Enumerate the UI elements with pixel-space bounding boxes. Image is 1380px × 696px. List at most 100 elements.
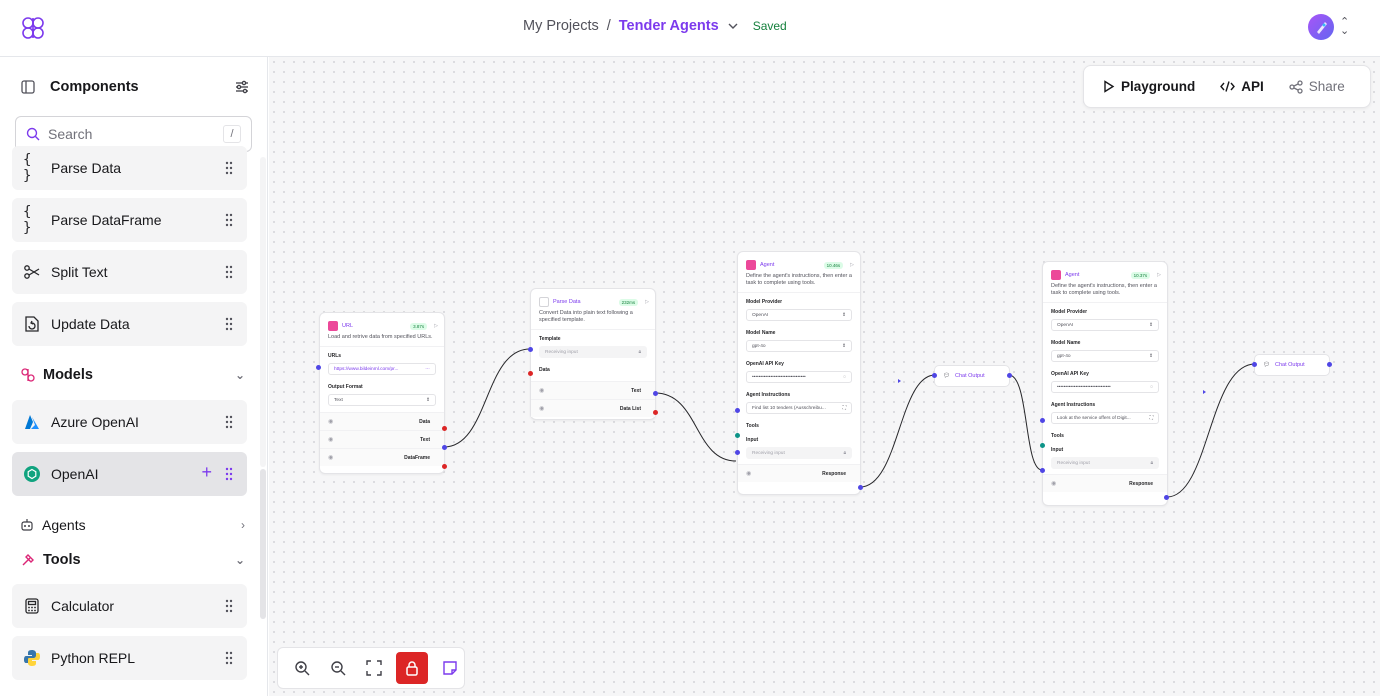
breadcrumb-my-projects[interactable]: My Projects (523, 18, 599, 34)
urls-input[interactable]: https://www.bildeinml.com/pr... ⋯ (328, 363, 436, 375)
chevron-down-icon[interactable]: ⌄ (235, 368, 245, 382)
input-handle-input[interactable] (735, 450, 740, 455)
input-handle[interactable] (932, 373, 937, 378)
output-handle-data[interactable] (442, 426, 447, 431)
output-handle-dataframe[interactable] (442, 464, 447, 469)
input-handle-instructions[interactable] (1040, 418, 1045, 423)
sidebar-item-parse-dataframe[interactable]: { } Parse DataFrame (12, 198, 247, 242)
output-data-list[interactable]: ◉ Data List (531, 399, 655, 417)
drag-handle-icon[interactable] (225, 161, 233, 175)
input-handle-data[interactable] (528, 371, 533, 376)
drag-handle-icon[interactable] (225, 651, 233, 665)
sidebar-collapse-icon[interactable] (20, 79, 36, 95)
eye-icon[interactable]: ◉ (1051, 480, 1056, 487)
sidebar-item-calculator[interactable]: Calculator (12, 584, 247, 628)
model-name-select[interactable]: gpt-4o ⇕ (746, 340, 852, 352)
zoom-in-button[interactable] (288, 654, 316, 682)
user-avatar[interactable] (1308, 14, 1334, 40)
run-icon[interactable]: ▷ (434, 323, 438, 329)
sidebar-item-parse-data[interactable]: { } Parse Data (12, 146, 247, 190)
output-format-select[interactable]: Text ⇕ (328, 394, 436, 406)
output-text[interactable]: ◉ Text (320, 430, 444, 448)
flow-canvas[interactable]: URL 3.87s ▷ Load and retrive data from s… (269, 57, 1380, 696)
model-name-select[interactable]: gpt-4o ⇕ (1051, 350, 1159, 362)
chevron-right-icon[interactable]: › (241, 518, 245, 532)
node-agent-2[interactable]: Agent 10.37s ▷ Define the agent's instru… (1042, 261, 1168, 506)
sidebar-item-update-data[interactable]: Update Data (12, 302, 247, 346)
chevron-down-icon[interactable]: ⌄ (235, 553, 245, 567)
drag-handle-icon[interactable] (225, 599, 233, 613)
sidebar-scroll-track[interactable] (260, 157, 266, 467)
eye-off-icon[interactable]: ◌ (843, 372, 846, 383)
model-provider-select[interactable]: OpenAI ⇕ (1051, 319, 1159, 331)
eye-icon[interactable]: ◉ (539, 387, 544, 394)
output-handle-text[interactable] (442, 445, 447, 450)
input-handle-input[interactable] (1040, 468, 1045, 473)
account-menu-chevron-icon[interactable]: ⌃ ⌄ (1340, 17, 1349, 37)
search-input[interactable] (48, 126, 198, 142)
lock-canvas-button[interactable] (396, 652, 428, 684)
eye-icon[interactable]: ◉ (328, 454, 333, 461)
filter-settings-icon[interactable] (234, 79, 250, 95)
input-handle[interactable] (1252, 362, 1257, 367)
section-models[interactable]: Models ⌄ (20, 363, 245, 387)
input-handle[interactable] (316, 365, 321, 370)
input-handle-tools[interactable] (735, 433, 740, 438)
eye-icon[interactable]: ◉ (328, 418, 333, 425)
chevron-down-icon[interactable] (727, 20, 739, 32)
zoom-out-button[interactable] (324, 654, 352, 682)
node-parse-data[interactable]: Parse Data 232ms ▷ Convert Data into pla… (530, 288, 656, 420)
drag-handle-icon[interactable] (225, 213, 233, 227)
more-icon[interactable]: ⋯ (425, 364, 430, 375)
model-provider-select[interactable]: OpenAI ⇕ (746, 309, 852, 321)
sidebar-item-python-repl[interactable]: Python REPL (12, 636, 247, 680)
output-dataframe[interactable]: ◉ DataFrame (320, 448, 444, 466)
brain-logo-icon[interactable] (19, 14, 47, 42)
drag-handle-icon[interactable] (225, 317, 233, 331)
playground-button[interactable]: Playground (1102, 65, 1195, 108)
output-response[interactable]: ◉ Response (1043, 474, 1167, 492)
run-icon[interactable]: ▷ (645, 299, 649, 305)
output-text[interactable]: ◉ Text (531, 381, 655, 399)
node-url[interactable]: URL 3.87s ▷ Load and retrive data from s… (319, 312, 445, 474)
expand-icon[interactable]: ⛶ (1150, 413, 1153, 424)
agent-instructions-input[interactable]: Find list 10 tenders (Ausschreibu... ⛶ (746, 402, 852, 414)
input-field[interactable]: Receiving input 🔒︎ (1051, 457, 1159, 469)
node-chat-output-2[interactable]: 💬︎ Chat Output (1254, 354, 1330, 376)
template-input[interactable]: Receiving input 🔒︎ (539, 346, 647, 358)
output-handle[interactable] (1327, 362, 1332, 367)
sidebar-item-split-text[interactable]: Split Text (12, 250, 247, 294)
sidebar-scrollbar[interactable] (260, 469, 266, 619)
output-handle[interactable] (1007, 373, 1012, 378)
project-name[interactable]: Tender Agents (619, 18, 719, 34)
output-data[interactable]: ◉ Data (320, 412, 444, 430)
output-handle-data-list[interactable] (653, 410, 658, 415)
node-chat-output-1[interactable]: 💬︎ Chat Output (934, 365, 1010, 387)
add-note-button[interactable] (436, 654, 464, 682)
drag-handle-icon[interactable] (225, 467, 233, 481)
input-handle-instructions[interactable] (735, 408, 740, 413)
api-key-input[interactable]: •••••••••••••••••••••••••••••••• ◌ (746, 371, 852, 383)
section-agents[interactable]: Agents › (20, 513, 245, 537)
input-handle-template[interactable] (528, 347, 533, 352)
eye-icon[interactable]: ◉ (539, 405, 544, 412)
output-handle-response[interactable] (1164, 495, 1169, 500)
share-button[interactable]: Share (1289, 65, 1345, 108)
fit-view-button[interactable] (360, 654, 388, 682)
sidebar-item-openai[interactable]: OpenAI + (12, 452, 247, 496)
output-response[interactable]: ◉ Response (738, 464, 860, 482)
output-handle-response[interactable] (858, 485, 863, 490)
input-handle-tools[interactable] (1040, 443, 1045, 448)
sidebar-item-azure-openai[interactable]: Azure OpenAI (12, 400, 247, 444)
api-button[interactable]: API (1220, 65, 1264, 108)
run-icon[interactable]: ▷ (1157, 272, 1161, 278)
node-agent-1[interactable]: Agent 10.46s ▷ Define the agent's instru… (737, 251, 861, 495)
output-handle-text[interactable] (653, 391, 658, 396)
expand-icon[interactable]: ⛶ (843, 403, 846, 414)
api-key-input[interactable]: •••••••••••••••••••••••••••••••• ◌ (1051, 381, 1159, 393)
eye-icon[interactable]: ◉ (328, 436, 333, 443)
eye-off-icon[interactable]: ◌ (1150, 382, 1153, 393)
agent-instructions-input[interactable]: Look at the service offers of Digit... ⛶ (1051, 412, 1159, 424)
run-icon[interactable]: ▷ (850, 262, 854, 268)
eye-icon[interactable]: ◉ (746, 470, 751, 477)
